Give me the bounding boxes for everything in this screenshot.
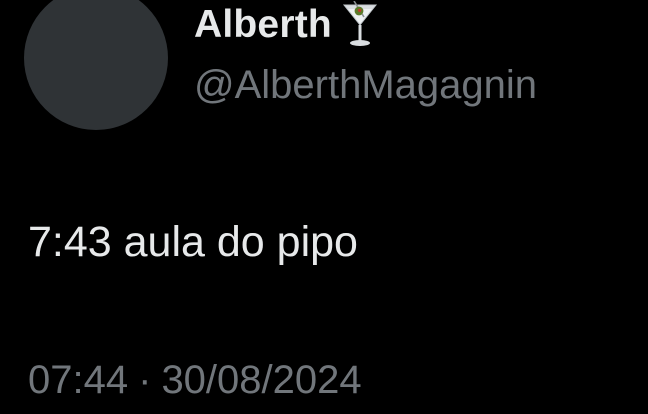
tweet-text: 7:43 aula do pipo (28, 218, 358, 266)
meta-separator: · (138, 358, 152, 402)
tweet-date: 30/08/2024 (161, 358, 362, 402)
tweet: Alberth @AlberthMagagnin 7:43 aula do pi… (0, 0, 648, 414)
author-display-name[interactable]: Alberth (194, 0, 332, 50)
tweet-time: 07:44 (28, 358, 129, 402)
author-handle[interactable]: @AlberthMagagnin (194, 60, 537, 110)
avatar[interactable] (24, 0, 168, 130)
cocktail-glass-icon (342, 0, 378, 49)
author-name-row: Alberth (194, 0, 537, 50)
tweet-header: Alberth @AlberthMagagnin (194, 0, 537, 110)
tweet-timestamp[interactable]: 07:44 · 30/08/2024 (28, 352, 362, 408)
